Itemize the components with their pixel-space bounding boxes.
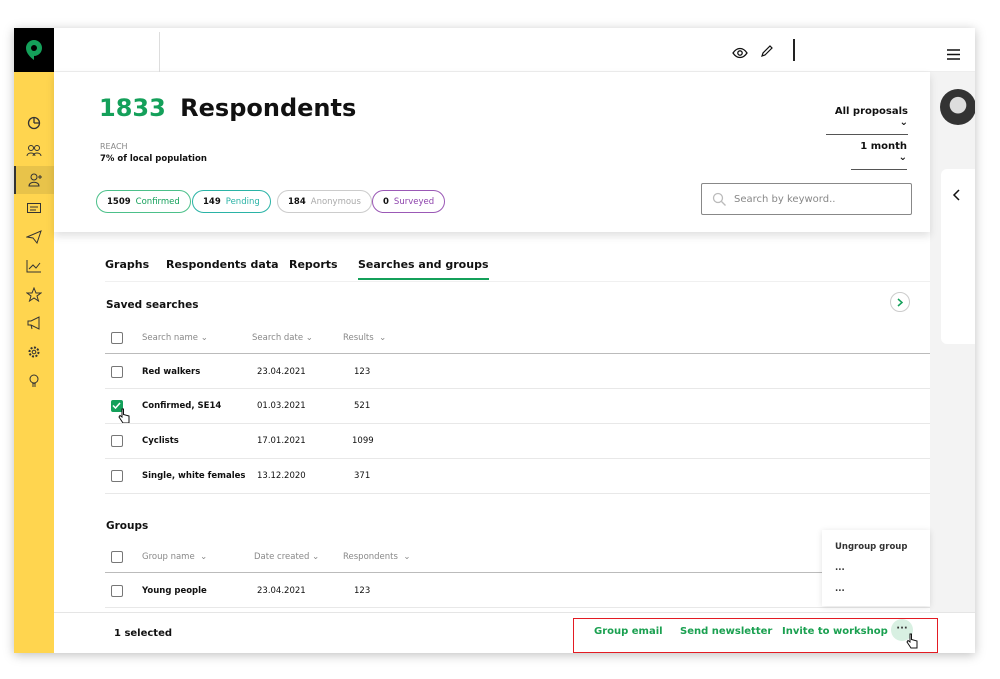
group-name: Young people [142,586,207,596]
reach-label: REACH [100,142,128,151]
lightbulb-icon[interactable] [14,367,54,395]
column-header-respondents[interactable]: Respondents ⌄ [343,552,410,562]
column-header-results[interactable]: Results ⌄ [343,333,386,343]
tab-reports[interactable]: Reports [289,258,338,271]
group-respondents: 123 [354,586,371,596]
star-icon[interactable] [14,280,54,308]
surveyed-badge[interactable]: 0 Surveyed [372,190,446,213]
period-select[interactable]: 1 month ⌄ [851,141,907,170]
divider [105,353,930,354]
divider [105,493,930,494]
search-date: 23.04.2021 [257,367,306,377]
menu-item[interactable]: ... [835,563,845,573]
menu-item[interactable]: ... [835,584,845,594]
logo-icon [26,40,42,60]
divider [159,32,160,72]
search-name: Confirmed, SE14 [142,401,222,411]
send-newsletter-button[interactable]: Send newsletter [680,626,772,637]
column-header-group-name[interactable]: Group name ⌄ [142,552,207,562]
tab-searches-and-groups[interactable]: Searches and groups [358,258,489,280]
chat-icon[interactable] [14,195,54,223]
avatar[interactable] [940,89,975,125]
send-icon[interactable] [14,223,54,251]
column-header-search-name[interactable]: Search name ⌄ [142,333,208,343]
divider [105,423,930,424]
column-header-date-created[interactable]: Date created ⌄ [254,552,319,562]
gear-icon[interactable] [14,338,54,366]
divider [105,607,930,608]
select-all-checkbox[interactable] [111,332,123,344]
chevron-right-icon [897,297,903,307]
hamburger-menu-icon[interactable] [947,45,960,64]
hand-cursor-icon [118,408,130,428]
search-date: 13.12.2020 [257,471,306,481]
divider [105,388,930,389]
anonymous-badge[interactable]: 184 Anonymous [277,190,372,213]
divider [105,281,930,282]
divider [793,39,795,61]
pie-chart-icon[interactable] [14,109,54,137]
search-name: Cyclists [142,436,179,446]
add-user-icon[interactable] [14,166,54,194]
collapsed-panel [941,169,975,344]
menu-item-ungroup[interactable]: Ungroup group [835,542,907,552]
search-name: Red walkers [142,367,201,377]
row-checkbox[interactable] [111,585,123,597]
reach-value: 7% of local population [100,154,207,164]
chevron-down-icon: ⌄ [898,152,907,163]
invite-to-workshop-button[interactable]: Invite to workshop [782,626,888,637]
tab-respondents-data[interactable]: Respondents data [166,258,279,271]
tab-graphs[interactable]: Graphs [105,258,149,271]
search-results: 371 [354,471,371,481]
top-bar [54,28,975,72]
pencil-icon[interactable] [760,43,774,62]
search-date: 01.03.2021 [257,401,306,411]
app-window: 1833 Respondents REACH 7% of local popul… [14,28,975,653]
confirmed-badge[interactable]: 1509 Confirmed [96,190,191,213]
chevron-left-icon[interactable] [952,186,960,205]
sidebar [14,72,54,653]
people-icon[interactable] [14,137,54,165]
search-results: 1099 [352,436,374,446]
line-chart-icon[interactable] [14,252,54,280]
next-button[interactable] [890,292,910,312]
divider [105,458,930,459]
search-name: Single, white females [142,471,246,481]
search-results: 123 [354,367,371,377]
respondent-count: 1833 [99,94,166,122]
context-menu: Ungroup group ... ... [822,530,930,606]
row-checkbox[interactable] [111,366,123,378]
page-title: Respondents [180,94,357,122]
row-checkbox[interactable] [111,435,123,447]
search-results: 521 [354,401,371,411]
group-email-button[interactable]: Group email [594,626,663,637]
column-header-search-date[interactable]: Search date ⌄ [252,333,313,343]
selected-count: 1 selected [114,628,173,639]
search-icon [712,192,726,206]
hand-cursor-icon [906,633,918,653]
groups-title: Groups [106,520,149,532]
right-panel [930,72,975,612]
row-checkbox[interactable] [111,470,123,482]
divider [105,572,930,573]
search-input[interactable]: Search by keyword.. [701,183,912,215]
select-all-checkbox[interactable] [111,551,123,563]
megaphone-icon[interactable] [14,309,54,337]
group-date: 23.04.2021 [257,586,306,596]
app-logo[interactable] [14,28,54,72]
saved-searches-title: Saved searches [106,299,199,311]
proposals-select[interactable]: All proposals ⌄ [826,106,908,135]
eye-icon[interactable] [732,44,748,63]
chevron-down-icon: ⌄ [899,117,908,128]
search-date: 17.01.2021 [257,436,306,446]
pending-badge[interactable]: 149 Pending [192,190,271,213]
